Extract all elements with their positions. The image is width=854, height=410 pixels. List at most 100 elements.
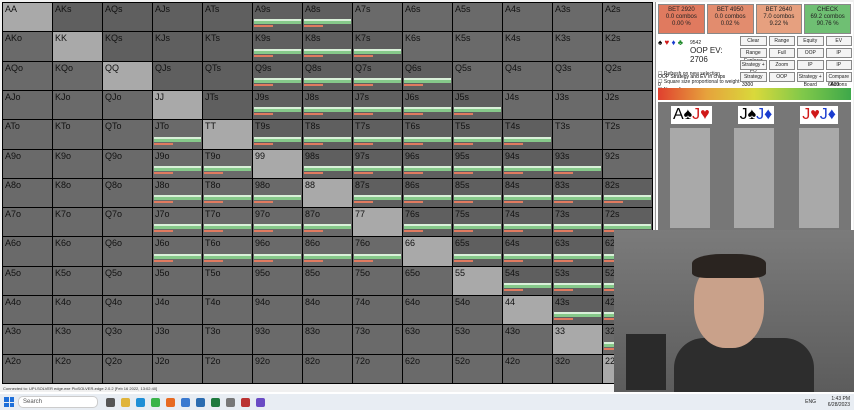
hand-cell[interactable]: Q8o [103, 178, 152, 208]
hand-cell[interactable]: 93o [253, 325, 302, 354]
hand-cell[interactable]: T3s [553, 120, 602, 149]
hand-cell[interactable]: 54s [503, 266, 552, 296]
hand-cell[interactable]: J2s [603, 90, 652, 120]
hand-cell[interactable]: A3s [553, 3, 602, 32]
hand-cell[interactable]: 94s [503, 149, 552, 178]
combo-card[interactable]: A♠J♥ [670, 106, 712, 124]
hand-cell[interactable]: J4s [503, 90, 552, 120]
hand-cell[interactable]: 96s [403, 149, 452, 178]
hand-cell[interactable]: Q7o [103, 208, 152, 237]
hand-cell[interactable]: K6s [403, 32, 452, 61]
hand-cell[interactable]: 94o [253, 296, 302, 325]
hand-cell[interactable]: K4o [53, 296, 102, 325]
hand-cell[interactable]: 63o [403, 325, 452, 354]
hand-cell[interactable]: A9o [3, 149, 52, 178]
hand-cell[interactable]: 95s [453, 149, 502, 178]
hand-cell[interactable]: T4s [503, 120, 552, 149]
hand-cell[interactable]: A7s [353, 3, 402, 32]
action-box[interactable]: CHECK 69.2 combos 90.76 % [804, 4, 851, 34]
hand-cell[interactable]: A8s [303, 3, 352, 32]
hand-cell[interactable]: 62o [403, 354, 452, 383]
hand-cell[interactable]: 85o [303, 266, 352, 296]
hand-cell[interactable]: A9s [253, 3, 302, 32]
hand-cell[interactable]: T8o [203, 178, 252, 208]
hand-cell[interactable]: QJo [103, 90, 152, 120]
hand-cell[interactable]: A5o [3, 266, 52, 296]
hand-cell[interactable]: K4s [503, 32, 552, 61]
view-button[interactable]: Full [768, 48, 795, 58]
hand-cell[interactable]: J2o [153, 354, 202, 383]
hand-cell[interactable]: 73s [553, 208, 602, 237]
hand-cell[interactable]: KJs [153, 32, 202, 61]
hand-cell[interactable]: 54o [453, 296, 502, 325]
hand-cell[interactable]: KK [53, 32, 102, 61]
hand-cell[interactable]: 55 [453, 266, 502, 296]
hand-cell[interactable]: 53o [453, 325, 502, 354]
hand-cell[interactable]: 66 [403, 237, 452, 266]
hand-cell[interactable]: A7o [3, 208, 52, 237]
hand-cell[interactable]: A3o [3, 325, 52, 354]
hand-cell[interactable]: KQo [53, 61, 102, 90]
hand-cell[interactable]: Q3o [103, 325, 152, 354]
hand-cell[interactable]: Q6s [403, 61, 452, 90]
hand-cell[interactable]: AJo [3, 90, 52, 120]
hand-cell[interactable]: 74s [503, 208, 552, 237]
hand-cell[interactable]: 65s [453, 237, 502, 266]
hand-cell[interactable]: J7s [353, 90, 402, 120]
hand-cell[interactable]: 65o [403, 266, 452, 296]
hand-cell[interactable]: J9o [153, 149, 202, 178]
hand-cell[interactable]: J3o [153, 325, 202, 354]
hand-cell[interactable]: T6o [203, 237, 252, 266]
hand-cell[interactable]: A2o [3, 354, 52, 383]
combo-card[interactable]: J♠J♦ [737, 106, 775, 124]
hand-cell[interactable]: Q6o [103, 237, 152, 266]
combo-card[interactable]: J♥J♦ [800, 106, 838, 124]
hand-cell[interactable]: A4s [503, 3, 552, 32]
hand-cell[interactable]: Q2o [103, 354, 152, 383]
hand-cell[interactable]: 75o [353, 266, 402, 296]
hand-cell[interactable]: AJs [153, 3, 202, 32]
hand-cell[interactable]: T2s [603, 120, 652, 149]
hand-cell[interactable]: 43o [503, 325, 552, 354]
hand-cell[interactable]: JTs [203, 90, 252, 120]
view-button[interactable]: Range [768, 36, 795, 46]
windows-start-icon[interactable] [4, 397, 14, 407]
hand-cell[interactable]: KTo [53, 120, 102, 149]
hand-cell[interactable]: 64s [503, 237, 552, 266]
hand-cell[interactable]: Q4s [503, 61, 552, 90]
hand-cell[interactable]: 82o [303, 354, 352, 383]
hand-cell[interactable]: K7o [53, 208, 102, 237]
mail-icon[interactable] [196, 397, 205, 407]
hand-cell[interactable]: 52o [453, 354, 502, 383]
hand-cell[interactable]: Q3s [553, 61, 602, 90]
hand-cell[interactable]: K5o [53, 266, 102, 296]
hand-cell[interactable]: 92s [603, 149, 652, 178]
hand-cell[interactable]: J9s [253, 90, 302, 120]
hand-cell[interactable]: Q7s [353, 61, 402, 90]
hand-cell[interactable]: J4o [153, 296, 202, 325]
hand-cell[interactable]: AKs [53, 3, 102, 32]
hand-cell[interactable]: K7s [353, 32, 402, 61]
hand-cell[interactable]: 42o [503, 354, 552, 383]
firefox-icon[interactable] [166, 397, 175, 407]
hand-cell[interactable]: 97o [253, 208, 302, 237]
hand-cell[interactable]: 83s [553, 178, 602, 208]
view-button[interactable]: OOP [768, 72, 795, 82]
hand-cell[interactable]: 84o [303, 296, 352, 325]
view-button[interactable]: IP [825, 60, 852, 70]
view-button[interactable]: IP [825, 48, 852, 58]
hand-cell[interactable]: KJo [53, 90, 102, 120]
hand-cell[interactable]: 75s [453, 208, 502, 237]
hand-cell[interactable]: J7o [153, 208, 202, 237]
hand-cell[interactable]: 32o [553, 354, 602, 383]
hand-cell[interactable]: T4o [203, 296, 252, 325]
hand-cell[interactable]: 95o [253, 266, 302, 296]
hand-cell[interactable]: Q9o [103, 149, 152, 178]
hand-cell[interactable]: J8s [303, 90, 352, 120]
system-tray[interactable]: ENG 1:43 PM 6/28/2023 [805, 396, 850, 408]
hand-cell[interactable]: 63s [553, 237, 602, 266]
view-button[interactable]: Strategy + Board [797, 72, 824, 88]
hand-cell[interactable]: 87s [353, 178, 402, 208]
settings-icon[interactable] [226, 397, 235, 407]
view-button[interactable]: Strategy [740, 72, 767, 82]
